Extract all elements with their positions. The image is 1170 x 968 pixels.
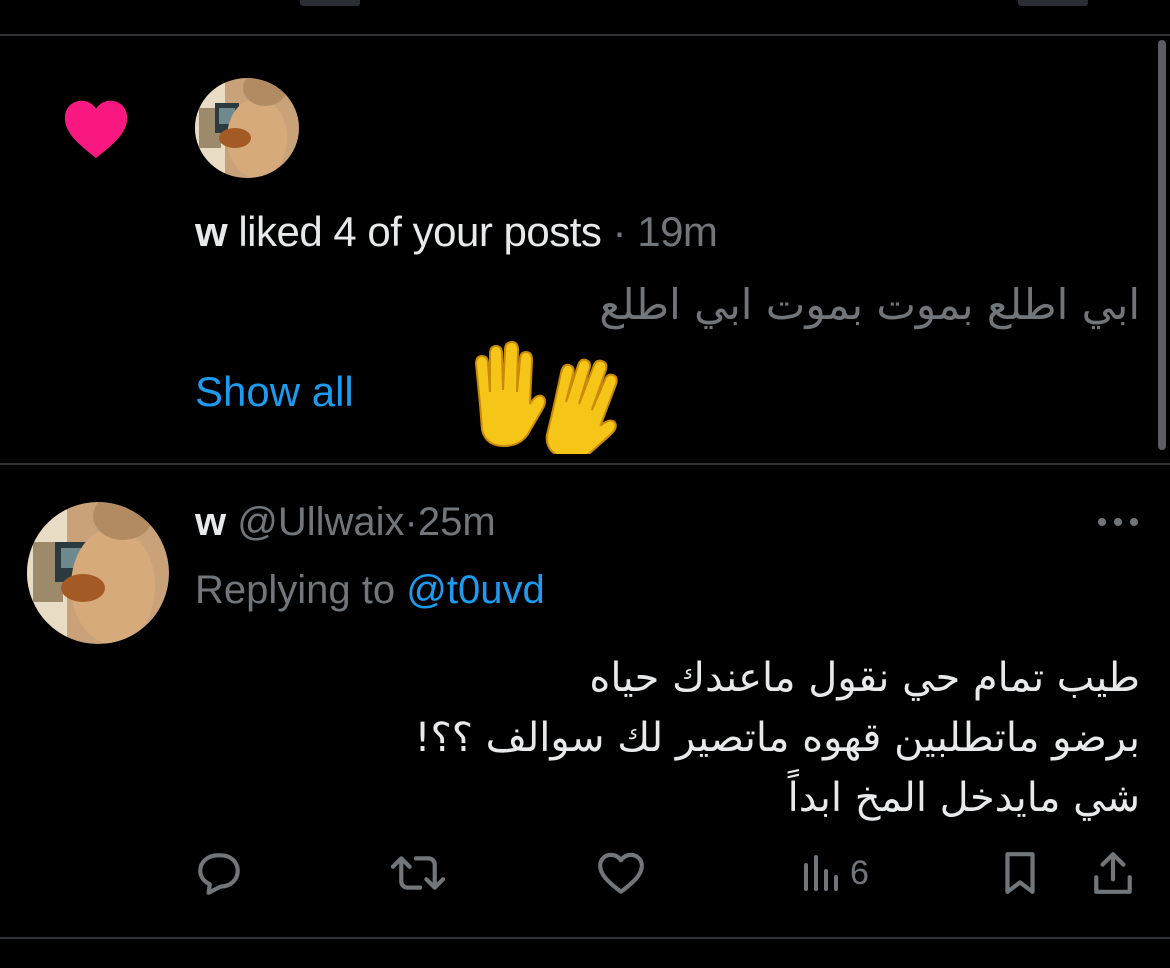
like-icon bbox=[598, 852, 644, 894]
replying-to: Replying to @t0uvd bbox=[195, 568, 545, 613]
replying-label: Replying to bbox=[195, 568, 396, 612]
mention-link[interactable]: @t0uvd bbox=[406, 568, 544, 612]
separator: · bbox=[612, 208, 627, 255]
share-button[interactable] bbox=[1090, 850, 1136, 896]
previous-item-fragment bbox=[0, 0, 1170, 34]
retweet-icon bbox=[390, 856, 446, 890]
heart-icon bbox=[64, 100, 128, 159]
like-button[interactable] bbox=[596, 850, 646, 896]
divider bbox=[0, 463, 1170, 465]
divider bbox=[0, 34, 1170, 36]
reply-icon bbox=[198, 853, 240, 895]
tweet-text: طيب تمام حي نقول ماعندك حياه برضو ماتطلب… bbox=[240, 648, 1140, 828]
separator: · bbox=[404, 500, 418, 544]
action-text: liked 4 of your posts bbox=[238, 208, 602, 255]
bookmark-button[interactable] bbox=[998, 850, 1042, 896]
reply-button[interactable] bbox=[194, 850, 244, 896]
avatar[interactable] bbox=[27, 502, 169, 644]
timestamp[interactable]: 25m bbox=[418, 500, 496, 544]
cut-text-fragment bbox=[1018, 0, 1088, 6]
cut-text-fragment bbox=[300, 0, 360, 6]
views-icon bbox=[804, 855, 838, 891]
views-count: 6 bbox=[850, 853, 869, 892]
divider bbox=[0, 937, 1170, 939]
more-icon[interactable] bbox=[1096, 512, 1140, 532]
user-name[interactable]: w bbox=[195, 500, 226, 544]
timestamp: 19m bbox=[637, 208, 718, 255]
tweet-text-line: طيب تمام حي نقول ماعندك حياه bbox=[589, 655, 1140, 701]
tweet-text-line: برضو ماتطلبين قهوه ماتصير لك سوالف ؟؟! bbox=[414, 715, 1140, 761]
raised-hands-emoji bbox=[474, 340, 618, 454]
user-name[interactable]: w bbox=[195, 208, 228, 255]
notification-text: w liked 4 of your posts · 19m bbox=[195, 208, 718, 256]
user-handle[interactable]: @Ullwaix bbox=[237, 500, 404, 544]
tweet-header: w @Ullwaix·25m bbox=[195, 500, 496, 545]
views-button[interactable]: 6 bbox=[800, 850, 869, 896]
share-icon bbox=[1094, 852, 1132, 894]
bookmark-icon bbox=[1005, 852, 1035, 894]
retweet-button[interactable] bbox=[388, 850, 448, 896]
tweet-text-line: شي مايدخل المخ ابداً bbox=[787, 775, 1140, 821]
show-all-link[interactable]: Show all bbox=[195, 368, 354, 416]
scrollbar[interactable] bbox=[1158, 40, 1166, 450]
post-preview-text: ابي اطلع بموت بموت ابي اطلع bbox=[599, 280, 1140, 329]
avatar[interactable] bbox=[195, 78, 299, 178]
